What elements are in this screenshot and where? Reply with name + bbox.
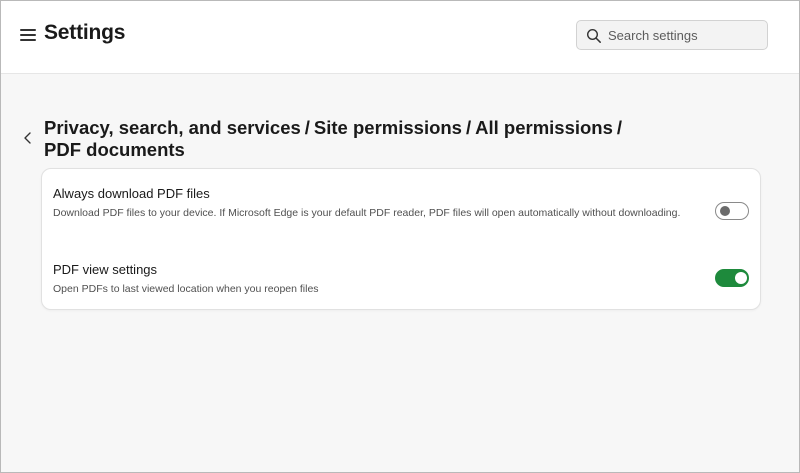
always-download-pdf-toggle[interactable]	[715, 202, 749, 220]
breadcrumb-separator: /	[616, 117, 623, 138]
search-input[interactable]	[608, 21, 758, 49]
breadcrumb-item-pdf-documents: PDF documents	[44, 139, 185, 160]
setting-description: Open PDFs to last viewed location when y…	[53, 283, 319, 295]
setting-description: Download PDF files to your device. If Mi…	[53, 207, 681, 219]
setting-title: PDF view settings	[53, 262, 158, 277]
settings-window: Settings Privacy, search, and services/S…	[0, 0, 800, 473]
search-icon	[586, 28, 601, 43]
breadcrumb: Privacy, search, and services / Site permi…	[44, 117, 684, 161]
search-box[interactable]	[576, 20, 768, 50]
pdf-view-settings-toggle[interactable]	[715, 269, 749, 287]
breadcrumb-item-privacy[interactable]: Privacy, search, and services	[44, 117, 301, 138]
back-chevron-icon[interactable]	[21, 130, 35, 146]
menu-icon[interactable]	[20, 28, 36, 42]
toggle-knob	[735, 272, 747, 284]
header: Settings	[1, 1, 799, 74]
breadcrumb-separator: /	[465, 117, 472, 138]
toggle-knob	[720, 206, 730, 216]
page-title: Settings	[44, 21, 126, 44]
breadcrumb-item-site-permissions[interactable]: Site permissions	[314, 117, 462, 138]
breadcrumb-separator: /	[304, 117, 310, 138]
breadcrumb-item-all-permissions[interactable]: All permissions	[475, 117, 613, 138]
setting-title: Always download PDF files	[53, 186, 210, 201]
settings-card: Always download PDF files Download PDF f…	[41, 168, 761, 310]
